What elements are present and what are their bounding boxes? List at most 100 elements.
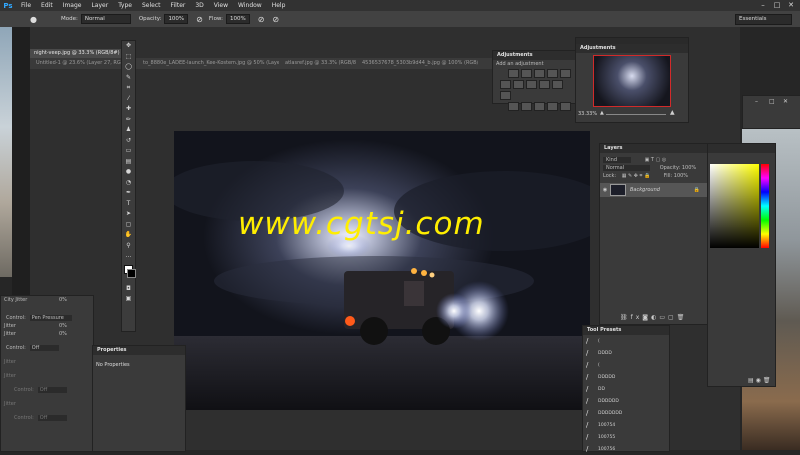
pen-pressure-select[interactable]: Pen Pressure	[29, 315, 72, 321]
color-field[interactable]	[710, 164, 759, 248]
link-layers-icon[interactable]: ⛓	[620, 314, 631, 321]
photo-filter-icon[interactable]	[539, 80, 550, 89]
gradient-map-icon[interactable]	[547, 102, 558, 111]
bw-icon[interactable]	[526, 80, 537, 89]
control-off-select-3[interactable]: Off	[37, 415, 68, 421]
invert-icon[interactable]	[508, 102, 519, 111]
menu-filter[interactable]: Filter	[166, 0, 191, 11]
lookup-icon[interactable]	[500, 91, 511, 100]
document-title[interactable]: night-veep.jpg @ 33.3% (RGB/8#)	[30, 49, 130, 58]
navigator-zoom-in-icon[interactable]: ▲	[670, 109, 675, 116]
vibrance-icon[interactable]	[560, 69, 571, 78]
workspace-select[interactable]: Essentials	[735, 14, 792, 25]
preset-item[interactable]: /100755	[583, 431, 669, 443]
layers-opacity-value[interactable]: 100%	[682, 165, 696, 171]
color-swatches[interactable]	[122, 262, 136, 284]
swatch-folder-icon[interactable]: ▤	[748, 377, 756, 384]
move-tool-icon[interactable]: ✥	[122, 41, 135, 52]
menu-select[interactable]: Select	[137, 0, 166, 11]
navigator-zoom[interactable]: 33.33%	[578, 111, 597, 117]
menu-window[interactable]: Window	[233, 0, 267, 11]
menu-image[interactable]: Image	[58, 0, 87, 11]
navigator-zoom-slider[interactable]	[606, 114, 666, 115]
exposure-icon[interactable]	[547, 69, 558, 78]
new-layer-icon[interactable]: ▢	[668, 314, 677, 321]
preset-item[interactable]: / DDDD	[583, 347, 669, 359]
delete-layer-icon[interactable]: 🗑	[677, 314, 688, 321]
airbrush-icon[interactable]: ⊘	[258, 15, 265, 24]
background-color-swatch[interactable]	[127, 268, 136, 278]
minimize-icon[interactable]: –	[756, 0, 770, 11]
pen-tool-icon[interactable]: ✒	[122, 188, 135, 199]
swatch-delete-icon[interactable]: 🗑	[763, 377, 773, 384]
path-select-tool-icon[interactable]: ➤	[122, 209, 135, 220]
opacity-field[interactable]: 100%	[164, 14, 189, 24]
zoom-tool-icon[interactable]: ⚲	[122, 241, 135, 252]
layers-filter-kind[interactable]: Kind	[603, 157, 632, 163]
preset-item[interactable]: / DDDDDD	[583, 395, 669, 407]
menu-edit[interactable]: Edit	[36, 0, 58, 11]
camera-icon[interactable]: ◉	[756, 377, 763, 384]
type-tool-icon[interactable]: T	[122, 199, 135, 210]
layer-thumbnail[interactable]	[610, 184, 626, 196]
mask-icon[interactable]: ◙	[642, 314, 651, 321]
color-panel-header[interactable]	[708, 144, 775, 153]
quick-select-tool-icon[interactable]: ✎	[122, 73, 135, 84]
flow-field[interactable]: 100%	[225, 14, 250, 24]
preset-item[interactable]: /(	[583, 359, 669, 371]
secondary-window-minimize-icon[interactable]: –	[755, 98, 758, 105]
preset-item[interactable]: / DDDDDDD	[583, 407, 669, 419]
eyedropper-tool-icon[interactable]: ⁄	[122, 94, 135, 105]
navigator-zoom-out-icon[interactable]: ▲	[600, 110, 604, 116]
layers-fill-value[interactable]: 100%	[674, 173, 688, 179]
color-balance-icon[interactable]	[513, 80, 524, 89]
hue-sat-icon[interactable]	[500, 80, 511, 89]
more-tools-icon[interactable]: …	[122, 251, 135, 262]
control-off-select-1[interactable]: Off	[29, 345, 60, 351]
layers-blend-mode[interactable]: Normal	[603, 165, 651, 171]
quick-mask-icon[interactable]: ◘	[122, 284, 135, 295]
clone-stamp-tool-icon[interactable]: ♟	[122, 125, 135, 136]
posterize-icon[interactable]	[521, 102, 532, 111]
secondary-window-maximize-icon[interactable]: □	[769, 98, 775, 105]
group-icon[interactable]: ▭	[659, 314, 668, 321]
shape-tool-icon[interactable]: ▢	[122, 220, 135, 231]
layer-name[interactable]: Background	[630, 187, 694, 193]
layer-visibility-icon[interactable]: ◉	[600, 187, 610, 193]
threshold-icon[interactable]	[534, 102, 545, 111]
preset-item[interactable]: / DDDDD	[583, 371, 669, 383]
screen-mode-icon[interactable]: ▣	[122, 294, 135, 305]
menu-help[interactable]: Help	[267, 0, 291, 11]
menu-3d[interactable]: 3D	[190, 0, 208, 11]
menu-file[interactable]: File	[16, 0, 36, 11]
preset-item[interactable]: /100754	[583, 419, 669, 431]
dodge-tool-icon[interactable]: ◔	[122, 178, 135, 189]
control-off-select-2[interactable]: Off	[37, 387, 68, 393]
navigator-preview[interactable]	[593, 55, 671, 107]
preset-item[interactable]: /100756	[583, 443, 669, 455]
curves-icon[interactable]	[534, 69, 545, 78]
history-brush-tool-icon[interactable]: ↺	[122, 136, 135, 147]
preset-item[interactable]: / DD	[583, 383, 669, 395]
tab-atlasref[interactable]: atlasref.jpg @ 33.3% (RGB/8*)	[279, 58, 356, 69]
gradient-tool-icon[interactable]: ▤	[122, 157, 135, 168]
preset-item[interactable]: /(	[583, 335, 669, 347]
secondary-window-close-icon[interactable]: ✕	[783, 98, 788, 105]
blur-tool-icon[interactable]: ●	[122, 167, 135, 178]
channel-mixer-icon[interactable]	[552, 80, 563, 89]
close-icon[interactable]: ✕	[784, 0, 798, 11]
tab-ladee[interactable]: to_8880e_LADEE-launch_Kee-Kostem.jpg @ 5…	[137, 58, 279, 69]
layer-row-background[interactable]: ◉ Background 🔒	[600, 183, 708, 197]
mode-select[interactable]: Normal	[80, 14, 131, 24]
lasso-tool-icon[interactable]: ◯	[122, 62, 135, 73]
tab-4536537678[interactable]: 4536537678_5303b9d44_b.jpg @ 100% (RGB/8…	[356, 58, 478, 69]
hand-tool-icon[interactable]: ✋	[122, 230, 135, 241]
hue-slider[interactable]	[761, 164, 769, 248]
brightness-icon[interactable]	[508, 69, 519, 78]
menu-type[interactable]: Type	[113, 0, 137, 11]
document-canvas[interactable]	[174, 131, 590, 410]
pressure-size-icon[interactable]: ⊘	[272, 15, 279, 24]
crop-tool-icon[interactable]: ⌗	[122, 83, 135, 94]
lock-icons[interactable]: ▦ ✎ ✥ ⌗ 🔒	[622, 173, 651, 179]
menu-layer[interactable]: Layer	[86, 0, 113, 11]
